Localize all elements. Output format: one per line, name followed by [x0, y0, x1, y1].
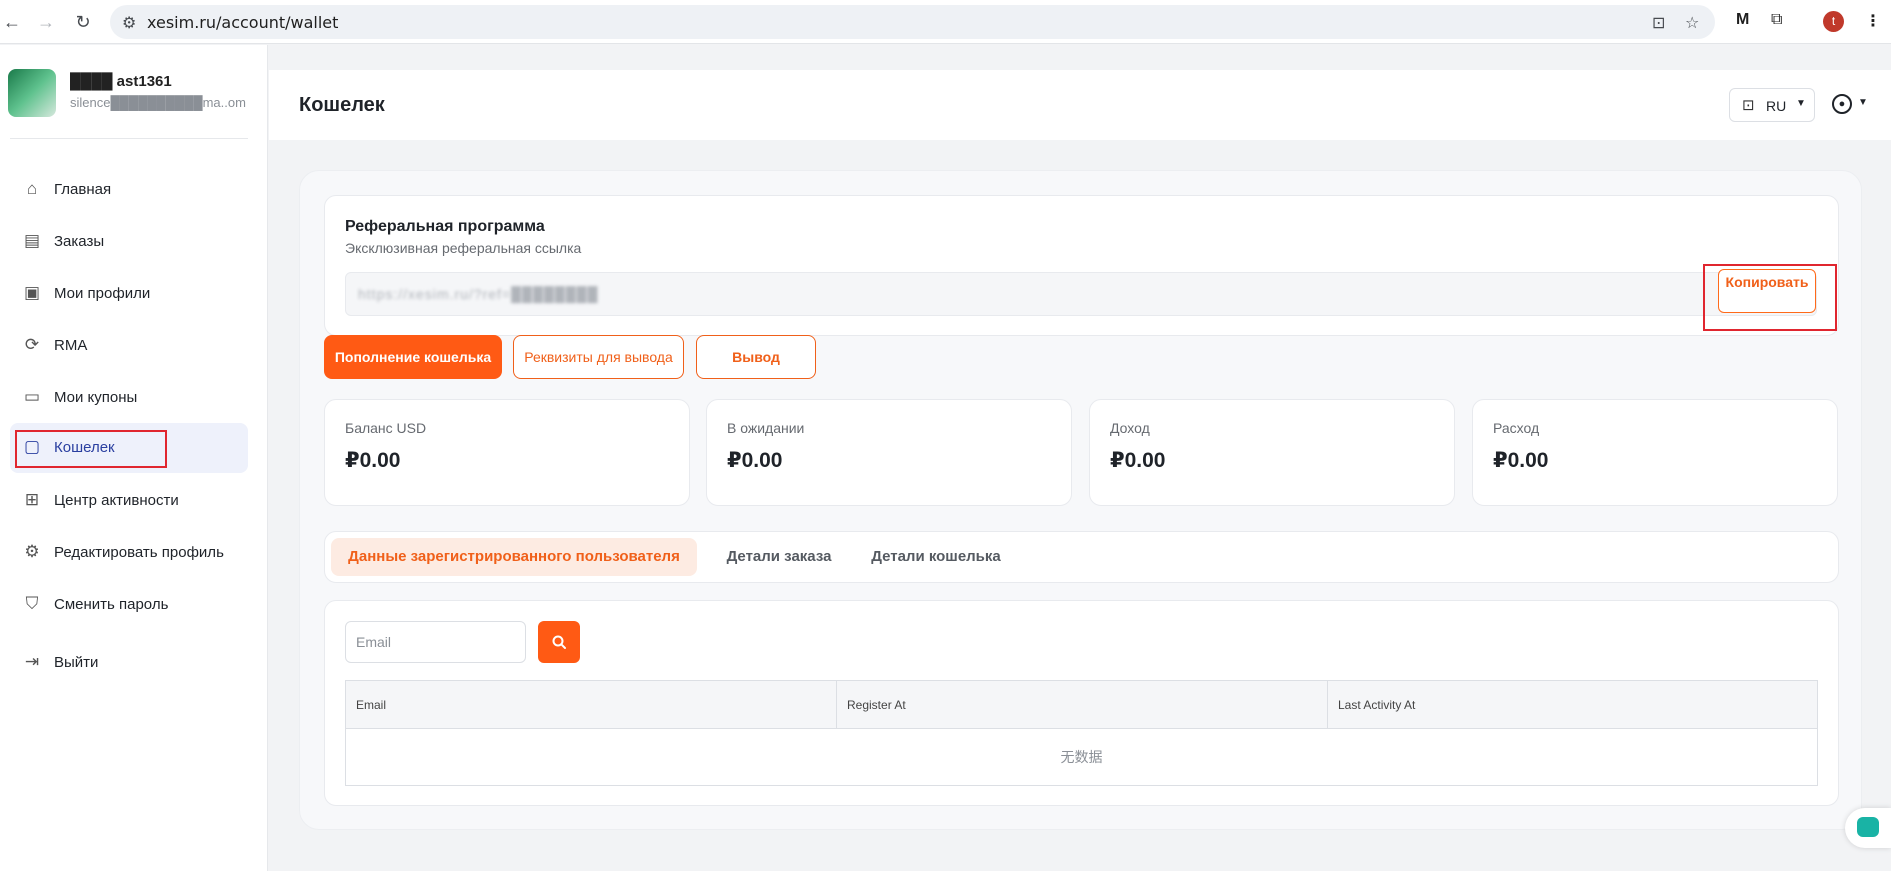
- column-header-email[interactable]: Email: [346, 681, 837, 729]
- stat-label: В ожидании: [727, 420, 805, 436]
- stat-card-pending: В ожидании ₽0.00: [706, 399, 1072, 506]
- forward-arrow-icon[interactable]: →: [34, 10, 58, 34]
- topup-wallet-button[interactable]: Пополнение кошелька: [324, 335, 502, 379]
- sidebar-item-coupons[interactable]: ▭ Мои купоны: [10, 373, 248, 423]
- user-email: silence██████████ma..om: [70, 95, 246, 110]
- gear-icon: ⚙: [24, 542, 40, 561]
- browser-profile-avatar[interactable]: t: [1823, 11, 1844, 32]
- stat-label: Расход: [1493, 420, 1540, 436]
- sidebar-item-label: Редактировать профиль: [54, 544, 224, 561]
- chat-bubble-icon: [1857, 817, 1879, 837]
- stat-value: ₽0.00: [1493, 449, 1549, 472]
- referral-title: Реферальная программа: [345, 218, 545, 235]
- sidebar-item-label: Выйти: [54, 654, 99, 671]
- search-button[interactable]: [538, 621, 580, 663]
- stat-value: ₽0.00: [1110, 449, 1166, 472]
- reload-icon[interactable]: ↻: [71, 10, 95, 34]
- back-arrow-icon[interactable]: ←: [0, 10, 24, 34]
- tab-wallet-details[interactable]: Детали кошелька: [861, 538, 1011, 576]
- page-title: Кошелек: [299, 94, 385, 116]
- wallet-card: Реферальная программа Эксклюзивная рефер…: [299, 170, 1862, 830]
- url-text: xesim.ru/account/wallet: [147, 13, 339, 32]
- sidebar-divider: [10, 138, 248, 139]
- shield-icon: ⛉: [25, 594, 39, 613]
- stat-value: ₽0.00: [727, 449, 783, 472]
- sidebar-item-label: Мои купоны: [54, 389, 138, 406]
- sidebar-item-label: Мои профили: [54, 285, 151, 302]
- address-bar[interactable]: ⚙ xesim.ru/account/wallet ⊡ ☆: [110, 5, 1715, 39]
- sidebar-item-activity[interactable]: ⊞ Центр активности: [10, 476, 248, 526]
- withdrawal-details-button[interactable]: Реквизиты для вывода: [513, 335, 684, 379]
- logout-icon: ⇥: [24, 652, 40, 671]
- language-label: RU: [1766, 98, 1787, 114]
- sidebar: ████ ast1361 silence██████████ma..om ⌂ Г…: [0, 45, 268, 871]
- tab-registered-users[interactable]: Данные зарегистрированного пользователя: [331, 538, 697, 576]
- user-menu-button[interactable]: ● ▼: [1826, 88, 1874, 122]
- sidebar-item-label: Центр активности: [54, 492, 179, 509]
- referral-link-field[interactable]: https://xesim.ru/?ref=████████: [345, 272, 1817, 316]
- withdraw-button[interactable]: Вывод: [696, 335, 816, 379]
- highlight-box-copy: [1703, 264, 1837, 331]
- sidebar-item-rma[interactable]: ⟳ RMA: [10, 321, 248, 371]
- users-table: Email Register At Last Activity At 无数据: [345, 680, 1818, 786]
- avatar: [8, 69, 56, 117]
- refresh-icon: ⟳: [24, 335, 40, 354]
- column-header-register-at[interactable]: Register At: [837, 681, 1328, 729]
- chat-widget-button[interactable]: [1845, 808, 1891, 848]
- tabs-bar: Данные зарегистрированного пользователя …: [324, 531, 1839, 583]
- site-settings-icon[interactable]: ⚙: [122, 13, 136, 33]
- referral-subtitle: Эксклюзивная реферальная ссылка: [345, 240, 582, 256]
- stat-card-balance: Баланс USD ₽0.00: [324, 399, 690, 506]
- sidebar-item-label: RMA: [54, 337, 88, 354]
- extensions-puzzle-icon[interactable]: ⧉: [1771, 11, 1782, 29]
- gift-icon: ⊞: [24, 490, 40, 509]
- stat-label: Доход: [1110, 420, 1150, 436]
- column-header-last-activity[interactable]: Last Activity At: [1328, 681, 1817, 729]
- browser-toolbar: ← → ↻ ⚙ xesim.ru/account/wallet ⊡ ☆ M ⧉ …: [0, 0, 1891, 44]
- profiles-icon: ▣: [23, 283, 41, 302]
- user-block: ████ ast1361 silence██████████ma..om: [8, 69, 248, 123]
- referral-section: Реферальная программа Эксклюзивная рефер…: [324, 195, 1839, 336]
- sidebar-item-logout[interactable]: ⇥ Выйти: [10, 638, 248, 688]
- search-icon: [552, 635, 566, 649]
- sidebar-item-label: Заказы: [54, 233, 105, 250]
- table-header-row: Email Register At Last Activity At: [346, 681, 1817, 729]
- bookmark-star-icon[interactable]: ☆: [1685, 13, 1699, 33]
- home-icon: ⌂: [26, 179, 38, 198]
- browser-menu-icon[interactable]: ⋮: [1865, 11, 1881, 31]
- sidebar-item-label: Главная: [54, 181, 112, 198]
- translate-icon: ⊡: [1742, 97, 1755, 114]
- sidebar-item-change-password[interactable]: ⛉ Сменить пароль: [10, 580, 248, 630]
- sidebar-item-edit-profile[interactable]: ⚙ Редактировать профиль: [10, 528, 248, 578]
- referral-link-text: https://xesim.ru/?ref=████████: [358, 286, 599, 302]
- orders-icon: ▤: [23, 231, 41, 250]
- empty-state-text: 无数据: [1060, 749, 1103, 765]
- email-search-input[interactable]: [345, 621, 526, 663]
- coupon-icon: ▭: [23, 387, 41, 406]
- stat-label: Баланс USD: [345, 420, 427, 436]
- highlight-box-wallet: [15, 430, 167, 468]
- stat-value: ₽0.00: [345, 449, 401, 472]
- sidebar-item-home[interactable]: ⌂ Главная: [10, 165, 248, 215]
- caret-down-icon: ▼: [1796, 98, 1806, 109]
- user-name: ████ ast1361: [70, 73, 172, 90]
- gmail-extension-icon[interactable]: M: [1736, 11, 1749, 29]
- sidebar-item-orders[interactable]: ▤ Заказы: [10, 217, 248, 267]
- page-header: Кошелек ⊡ RU ▼ ● ▼: [269, 70, 1891, 140]
- stat-card-expense: Расход ₽0.00: [1472, 399, 1838, 506]
- sidebar-item-profiles[interactable]: ▣ Мои профили: [10, 269, 248, 319]
- sidebar-item-label: Сменить пароль: [54, 596, 169, 613]
- caret-down-icon: ▼: [1858, 97, 1868, 108]
- stat-card-income: Доход ₽0.00: [1089, 399, 1455, 506]
- users-table-card: Email Register At Last Activity At 无数据: [324, 600, 1839, 806]
- translate-icon[interactable]: ⊡: [1652, 13, 1665, 33]
- user-circle-icon: ●: [1832, 94, 1852, 114]
- tab-order-details[interactable]: Детали заказа: [709, 538, 849, 576]
- language-selector[interactable]: ⊡ RU ▼: [1729, 88, 1815, 122]
